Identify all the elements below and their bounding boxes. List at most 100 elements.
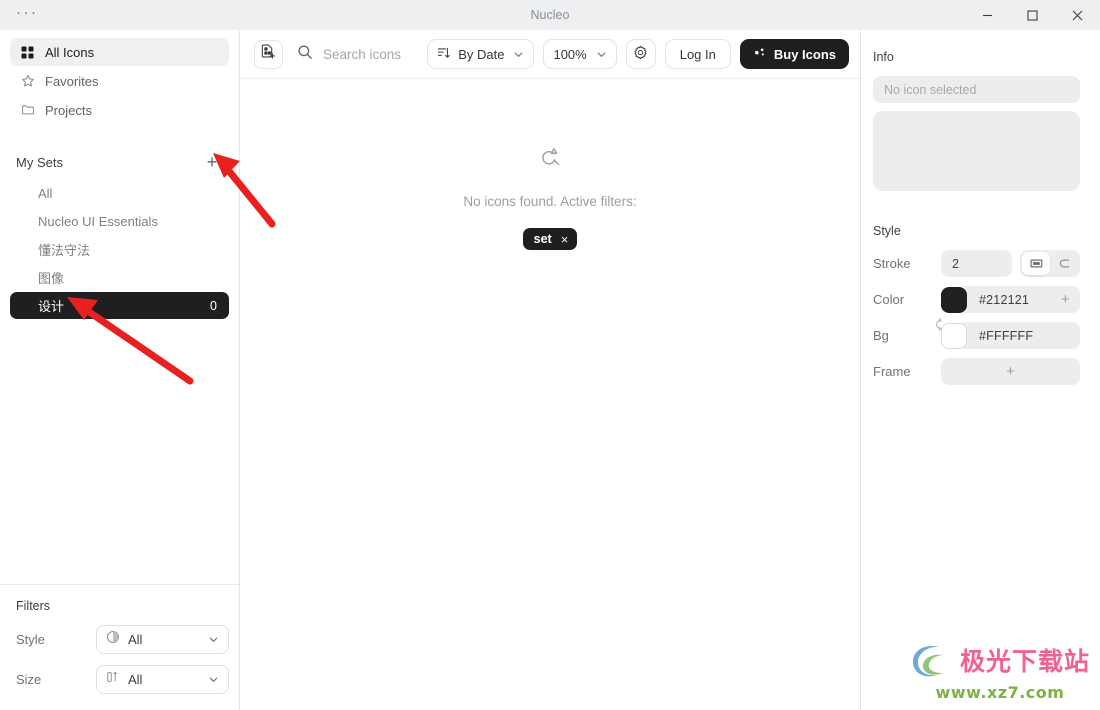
buy-icons-label: Buy Icons	[773, 46, 836, 62]
icon-grid-canvas: No icons found. Active filters: set ×	[240, 79, 860, 710]
main-area: By Date 100%	[240, 30, 860, 710]
gear-icon	[633, 45, 648, 63]
bg-row: Bg #FFFFFF	[873, 322, 1080, 349]
empty-state: No icons found. Active filters: set ×	[463, 147, 637, 250]
empty-state-text: No icons found. Active filters:	[463, 194, 637, 209]
color-hex-value: #212121	[979, 292, 1030, 307]
sparkle-icon	[753, 46, 767, 63]
bg-hex-value: #FFFFFF	[979, 328, 1034, 343]
my-sets-header: My Sets +	[0, 147, 239, 177]
filter-select-style[interactable]: All	[96, 625, 229, 654]
search-no-result-icon	[538, 147, 563, 177]
filter-value-size: All	[128, 672, 143, 687]
stroke-cap-toggle-group	[1020, 250, 1080, 277]
add-frame-button[interactable]: +	[941, 358, 1080, 385]
stroke-cap-square-button[interactable]	[1022, 252, 1050, 275]
chip-label: set	[533, 232, 552, 246]
style-section: Style Stroke 2 Color #212121 + Bg #FFFFF…	[873, 224, 1080, 385]
sidebar-item-label: Favorites	[45, 73, 99, 89]
add-color-button[interactable]: +	[1061, 292, 1070, 307]
color-label: Color	[873, 292, 905, 307]
sidebar-item-label: All Icons	[45, 44, 95, 60]
app-body: All Icons Favorites Projects My Sets + A…	[0, 30, 1100, 710]
set-item-5-selected[interactable]: 设计 0	[10, 292, 229, 319]
frame-label: Frame	[873, 364, 911, 379]
filter-row-size: Size All	[10, 665, 229, 694]
filter-row-style: Style All	[10, 625, 229, 654]
selected-icon-name-field: No icon selected	[873, 76, 1080, 103]
filter-label-size: Size	[16, 672, 42, 687]
bg-label: Bg	[873, 328, 889, 343]
stroke-width-input[interactable]: 2	[941, 250, 1012, 277]
login-label: Log In	[679, 46, 716, 62]
sidebar-nav: All Icons Favorites Projects	[0, 30, 239, 125]
stroke-label: Stroke	[873, 256, 911, 271]
filters-section: Filters Style All Size All	[0, 584, 239, 710]
color-hex-field[interactable]: #212121 +	[957, 286, 1080, 313]
title-bar: ··· Nucleo	[0, 0, 1100, 30]
chevron-down-icon	[513, 49, 524, 60]
my-sets-list: All Nucleo UI Essentials 懂法守法 图像 设计 0	[0, 177, 239, 320]
sort-icon	[437, 46, 451, 63]
add-file-icon	[260, 43, 277, 65]
set-item-label: 图像	[38, 271, 65, 286]
filters-title: Filters	[16, 599, 51, 613]
active-filter-chip-set[interactable]: set ×	[522, 228, 578, 250]
style-circle-icon	[106, 630, 120, 649]
chevron-down-icon	[208, 674, 219, 685]
chip-remove-icon[interactable]: ×	[561, 232, 569, 247]
settings-button[interactable]	[625, 39, 656, 69]
sort-dropdown[interactable]: By Date	[427, 39, 535, 69]
star-icon	[20, 74, 35, 89]
sidebar-item-projects[interactable]: Projects	[10, 96, 229, 124]
set-item-label: 懂法守法	[38, 243, 91, 258]
search-icon	[297, 44, 313, 65]
sidebar-item-all-icons[interactable]: All Icons	[10, 38, 229, 66]
buy-icons-button[interactable]: Buy Icons	[739, 39, 849, 69]
toolbar: By Date 100%	[240, 30, 860, 79]
chevron-down-icon	[596, 49, 607, 60]
set-item-label: All	[38, 186, 53, 201]
set-item-nucleo-ui-essentials[interactable]: Nucleo UI Essentials	[10, 208, 229, 235]
login-button[interactable]: Log In	[664, 39, 731, 69]
set-item-all[interactable]: All	[10, 180, 229, 207]
filter-value-style: All	[128, 632, 143, 647]
toolbar-actions: By Date 100% Log In Buy Icons	[427, 39, 849, 69]
info-section-title: Info	[873, 50, 894, 64]
import-icons-button[interactable]	[254, 39, 283, 69]
zoom-label: 100%	[553, 46, 587, 62]
set-item-label: Nucleo UI Essentials	[38, 214, 158, 229]
add-set-button[interactable]: +	[203, 153, 221, 171]
sidebar-item-favorites[interactable]: Favorites	[10, 67, 229, 95]
sidebar: All Icons Favorites Projects My Sets + A…	[0, 30, 240, 710]
filter-select-size[interactable]: All	[96, 665, 229, 694]
color-swatch[interactable]	[941, 286, 967, 313]
zoom-dropdown[interactable]: 100%	[543, 39, 617, 69]
swap-colors-icon[interactable]	[933, 317, 946, 337]
sort-label: By Date	[458, 46, 505, 62]
search-input[interactable]	[323, 46, 428, 62]
grid-icon	[20, 45, 35, 60]
window-title: Nucleo	[530, 8, 570, 22]
frame-row: Frame +	[873, 358, 1080, 385]
set-item-3[interactable]: 懂法守法	[10, 236, 229, 263]
stroke-cap-round-button[interactable]	[1050, 252, 1078, 275]
size-icon	[106, 670, 120, 689]
set-item-label: 设计	[38, 299, 65, 314]
stroke-row: Stroke 2	[873, 250, 1080, 277]
style-section-title: Style	[873, 224, 901, 238]
set-item-count: 0	[210, 298, 217, 313]
right-panel: Info No icon selected Style Stroke 2 Col…	[860, 30, 1100, 710]
search-area	[297, 44, 428, 65]
filter-label-style: Style	[16, 632, 45, 647]
color-row: Color #212121 +	[873, 286, 1080, 331]
my-sets-title: My Sets	[16, 154, 63, 170]
chevron-down-icon	[208, 634, 219, 645]
folder-icon	[20, 103, 35, 118]
icon-preview-box	[873, 111, 1080, 191]
bg-hex-field[interactable]: #FFFFFF	[957, 322, 1080, 349]
sidebar-item-label: Projects	[45, 102, 92, 118]
app-window: ··· Nucleo All Icons Favorites Projects …	[0, 0, 1100, 710]
set-item-4[interactable]: 图像	[10, 264, 229, 291]
